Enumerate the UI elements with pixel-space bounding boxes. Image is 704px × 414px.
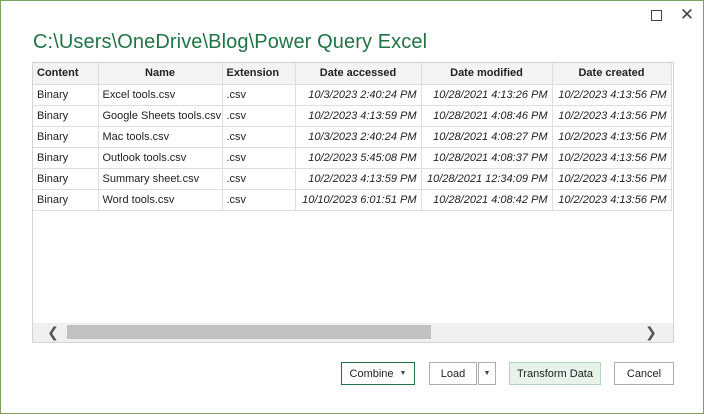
cell-content[interactable]: Binary: [33, 84, 99, 106]
table-header-row: Content Name Extension Date accessed Dat…: [33, 63, 672, 85]
cell-name[interactable]: Google Sheets tools.csv: [98, 105, 223, 127]
cancel-button[interactable]: Cancel: [614, 362, 674, 385]
cell-name[interactable]: Mac tools.csv: [98, 126, 223, 148]
cell-name[interactable]: Summary sheet.csv: [98, 168, 223, 190]
cell-content[interactable]: Binary: [33, 189, 99, 211]
cell-date-modified[interactable]: 10/28/2021 4:08:37 PM: [421, 147, 553, 169]
horizontal-scrollbar[interactable]: ❮ ❯: [33, 323, 673, 342]
window-title: C:\Users\OneDrive\Blog\Power Query Excel: [33, 31, 428, 53]
cell-date-modified[interactable]: 10/28/2021 12:34:09 PM: [421, 168, 553, 190]
combine-button[interactable]: Combine ▼: [341, 362, 415, 385]
column-header-extension[interactable]: Extension: [222, 63, 296, 85]
cell-date-created[interactable]: 10/2/2023 4:13:56 PM: [552, 105, 672, 127]
maximize-icon: [650, 9, 662, 21]
table-row[interactable]: Binary Word tools.csv .csv 10/10/2023 6:…: [33, 189, 672, 211]
cell-extension[interactable]: .csv: [222, 168, 296, 190]
cell-extension[interactable]: .csv: [222, 84, 296, 106]
cell-name[interactable]: Word tools.csv: [98, 189, 223, 211]
chevron-right-icon[interactable]: ❯: [641, 323, 661, 342]
cell-date-accessed[interactable]: 10/2/2023 4:13:59 PM: [295, 168, 422, 190]
cell-name[interactable]: Excel tools.csv: [98, 84, 223, 106]
load-button[interactable]: Load: [429, 362, 477, 385]
cell-date-accessed[interactable]: 10/2/2023 4:13:59 PM: [295, 105, 422, 127]
close-button[interactable]: ✕: [677, 5, 697, 25]
cell-extension[interactable]: .csv: [222, 147, 296, 169]
load-dropdown-button[interactable]: ▼: [478, 362, 496, 385]
cell-date-created[interactable]: 10/2/2023 4:13:56 PM: [552, 147, 672, 169]
cell-content[interactable]: Binary: [33, 168, 99, 190]
column-header-date-created[interactable]: Date created: [552, 63, 672, 85]
column-header-content[interactable]: Content: [33, 63, 99, 85]
chevron-left-icon[interactable]: ❮: [43, 323, 63, 342]
cell-extension[interactable]: .csv: [222, 189, 296, 211]
column-header-name[interactable]: Name: [98, 63, 223, 85]
cell-name[interactable]: Outlook tools.csv: [98, 147, 223, 169]
close-icon: ✕: [679, 4, 695, 25]
cell-date-accessed[interactable]: 10/10/2023 6:01:51 PM: [295, 189, 422, 211]
combine-label: Combine: [349, 367, 394, 380]
scrollbar-thumb[interactable]: [67, 325, 431, 339]
table-row[interactable]: Binary Summary sheet.csv .csv 10/2/2023 …: [33, 168, 672, 190]
cell-date-created[interactable]: 10/2/2023 4:13:56 PM: [552, 168, 672, 190]
cell-content[interactable]: Binary: [33, 126, 99, 148]
column-header-date-accessed[interactable]: Date accessed: [295, 63, 422, 85]
table-row[interactable]: Binary Google Sheets tools.csv .csv 10/2…: [33, 105, 672, 127]
maximize-button[interactable]: [646, 5, 666, 25]
cell-date-modified[interactable]: 10/28/2021 4:08:42 PM: [421, 189, 553, 211]
cell-extension[interactable]: .csv: [222, 105, 296, 127]
transform-data-button[interactable]: Transform Data: [509, 362, 601, 385]
column-header-date-modified[interactable]: Date modified: [421, 63, 553, 85]
caret-down-icon: ▼: [399, 370, 407, 377]
cell-date-created[interactable]: 10/2/2023 4:13:56 PM: [552, 189, 672, 211]
cell-date-modified[interactable]: 10/28/2021 4:08:46 PM: [421, 105, 553, 127]
table-row[interactable]: Binary Outlook tools.csv .csv 10/2/2023 …: [33, 147, 672, 169]
table-row[interactable]: Binary Mac tools.csv .csv 10/3/2023 2:40…: [33, 126, 672, 148]
cell-content[interactable]: Binary: [33, 147, 99, 169]
cell-date-created[interactable]: 10/2/2023 4:13:56 PM: [552, 126, 672, 148]
cell-date-accessed[interactable]: 10/3/2023 2:40:24 PM: [295, 84, 422, 106]
table-row[interactable]: Binary Excel tools.csv .csv 10/3/2023 2:…: [33, 84, 672, 106]
cell-date-accessed[interactable]: 10/3/2023 2:40:24 PM: [295, 126, 422, 148]
cell-date-accessed[interactable]: 10/2/2023 5:45:08 PM: [295, 147, 422, 169]
file-table: Content Name Extension Date accessed Dat…: [33, 63, 672, 211]
cell-date-created[interactable]: 10/2/2023 4:13:56 PM: [552, 84, 672, 106]
cell-date-modified[interactable]: 10/28/2021 4:08:27 PM: [421, 126, 553, 148]
cell-content[interactable]: Binary: [33, 105, 99, 127]
dialog-window: ✕ C:\Users\OneDrive\Blog\Power Query Exc…: [0, 0, 704, 414]
cell-extension[interactable]: .csv: [222, 126, 296, 148]
cell-date-modified[interactable]: 10/28/2021 4:13:26 PM: [421, 84, 553, 106]
file-table-panel: Content Name Extension Date accessed Dat…: [32, 62, 674, 343]
caret-down-icon: ▼: [483, 370, 491, 377]
